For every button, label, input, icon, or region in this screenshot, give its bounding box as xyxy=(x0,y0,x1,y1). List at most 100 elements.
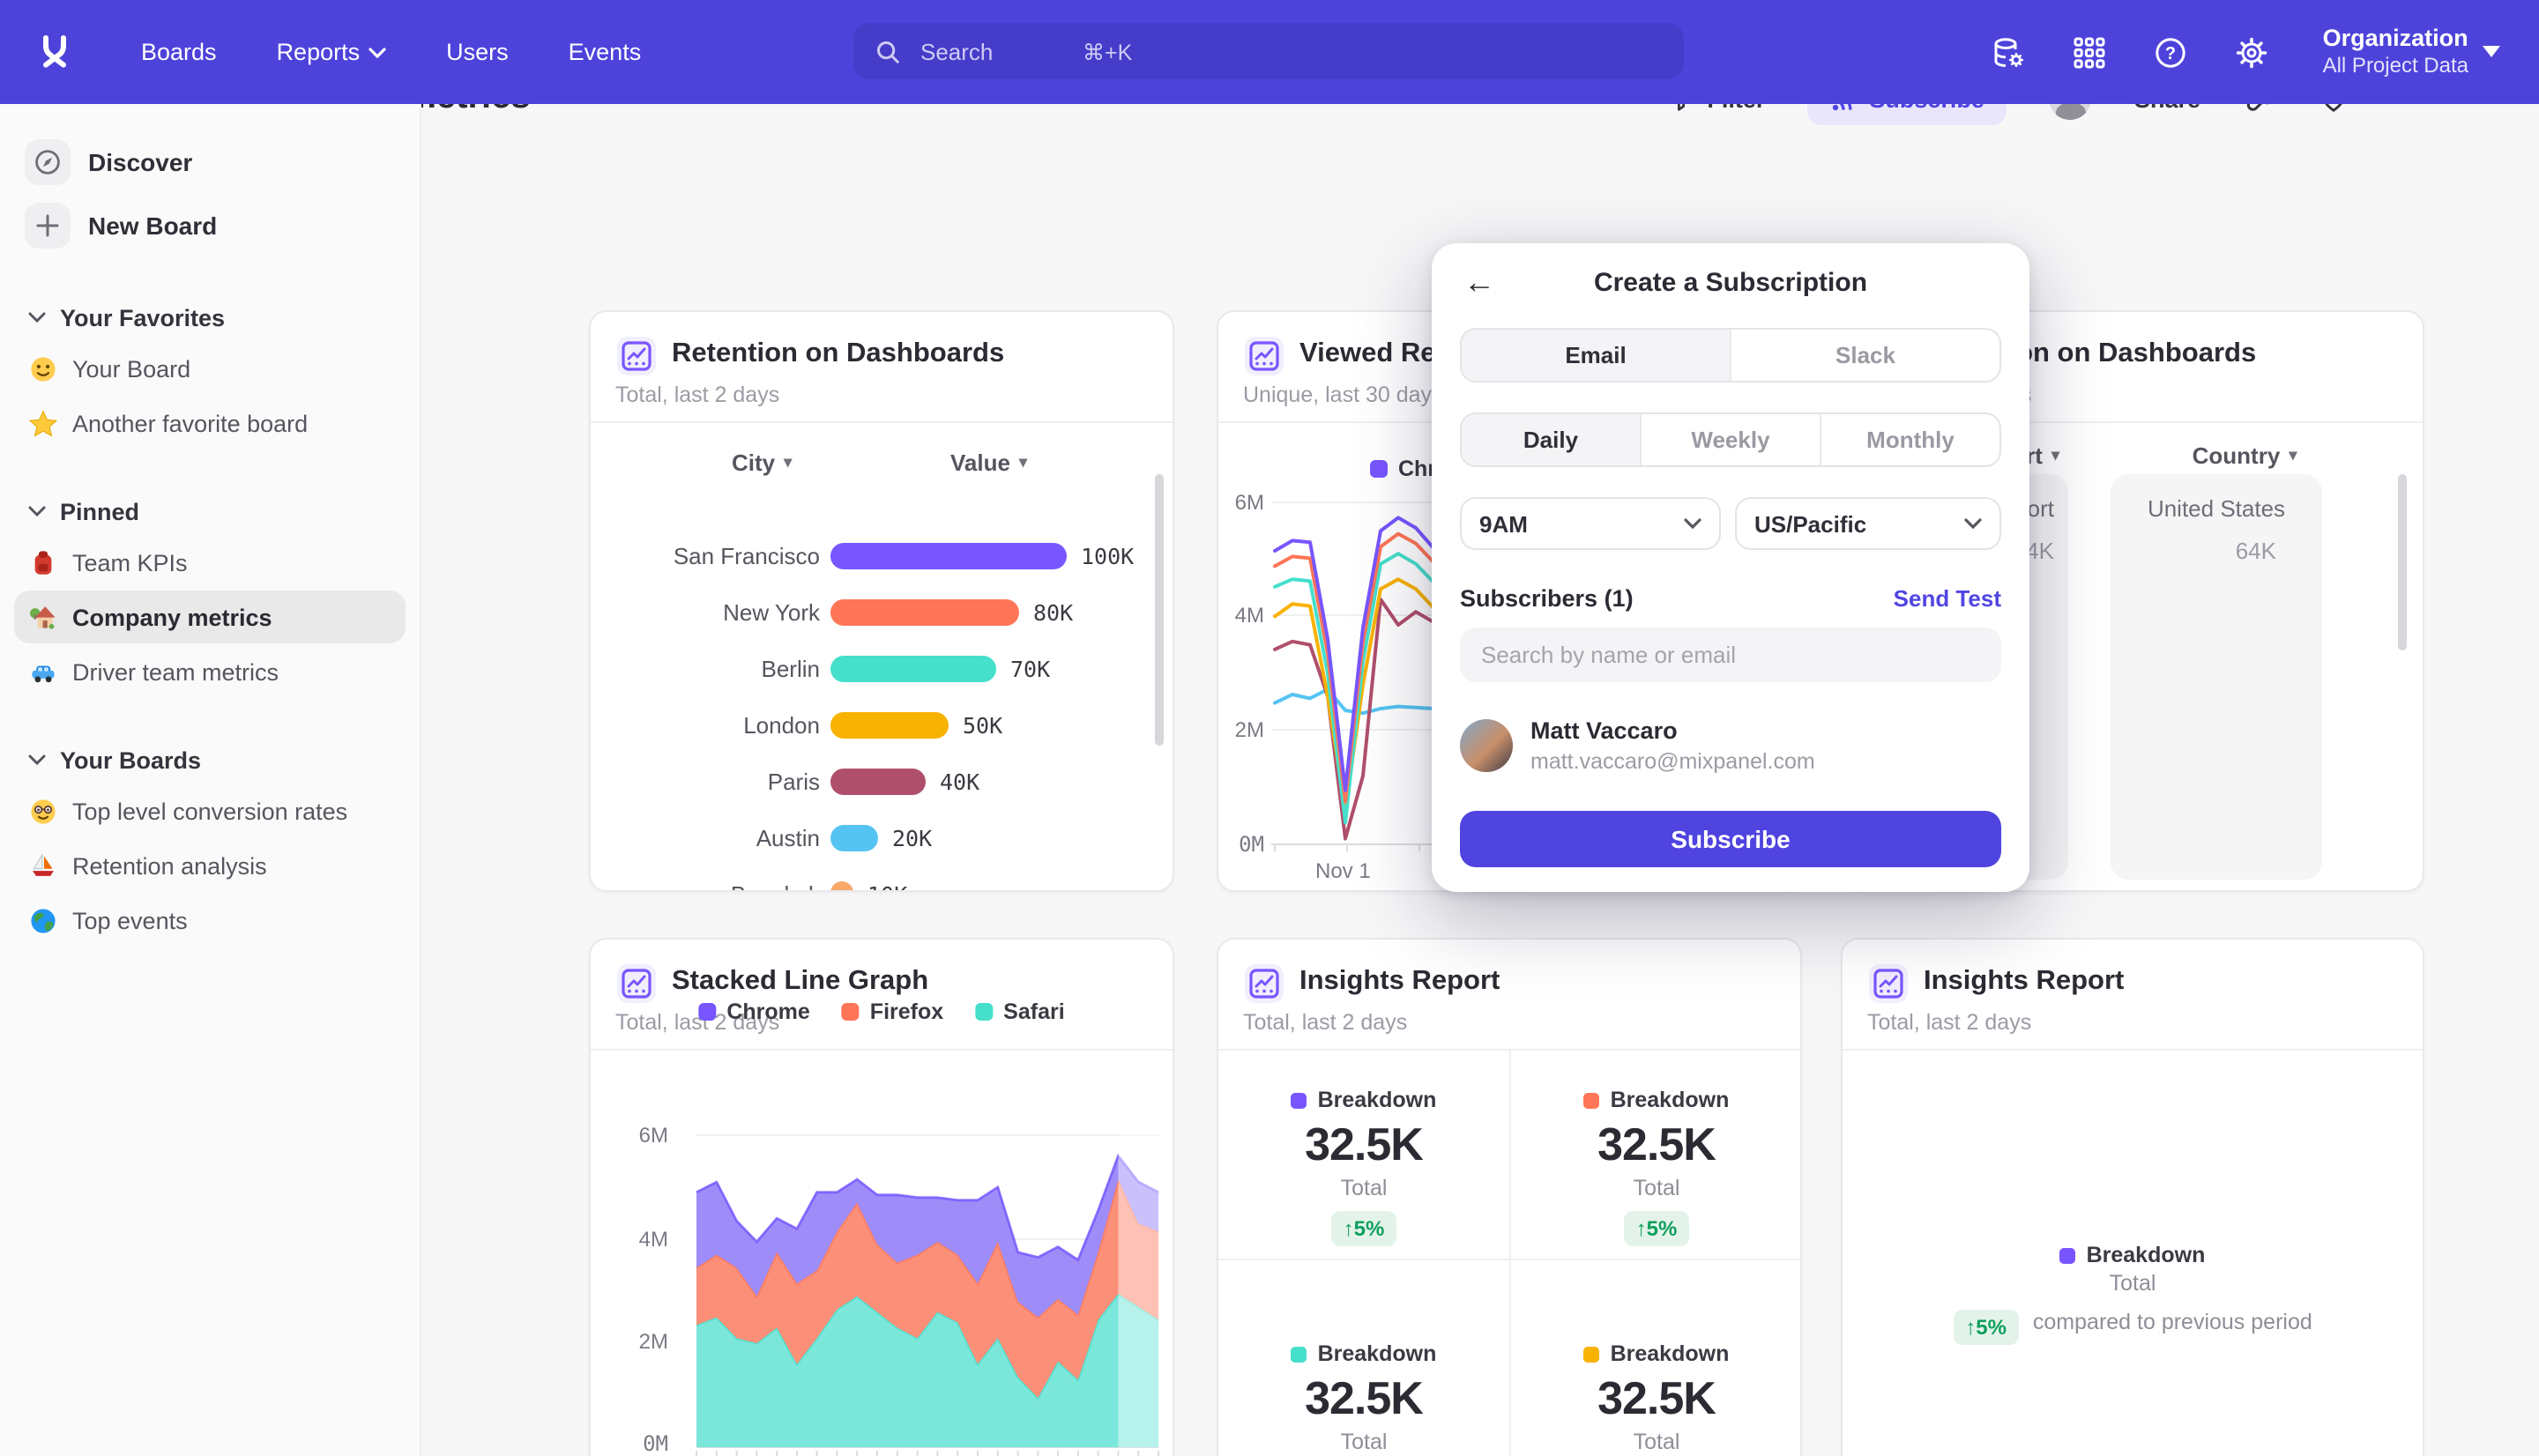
apps-grid-icon[interactable] xyxy=(2073,34,2108,70)
caret-down-icon: ▾ xyxy=(784,453,792,472)
chevron-down-icon xyxy=(369,47,386,57)
sidebar-discover[interactable]: Discover xyxy=(14,132,406,192)
value-bar xyxy=(830,598,1019,625)
table-row-paris[interactable]: Paris 40K xyxy=(591,758,1173,804)
settings-icon[interactable] xyxy=(2235,34,2270,70)
sidebar-section-your-boards[interactable]: Your Boards xyxy=(0,737,420,783)
caret-down-icon: ▾ xyxy=(2289,446,2297,465)
tab-daily[interactable]: Daily xyxy=(1462,414,1640,465)
x-tick: Nov 1 xyxy=(1315,858,1371,883)
timezone-select[interactable]: US/Pacific xyxy=(1735,497,2001,550)
sidebar-item-team-kpis[interactable]: Team KPIs xyxy=(14,536,406,589)
sidebar-item-top-level-conversion-rates[interactable]: Top level conversion rates xyxy=(14,784,406,837)
card-subtitle: Total, last 2 days xyxy=(615,383,779,407)
chevron-down-icon xyxy=(28,312,46,323)
card-scrollbar[interactable] xyxy=(2398,474,2407,650)
city-label: Paris xyxy=(591,768,820,794)
delta-badge: ↑5% xyxy=(1953,1310,2019,1345)
table-row-austin[interactable]: Austin 20K xyxy=(591,814,1173,860)
delta-badge: ↑5% xyxy=(1624,1211,1690,1246)
city-label: San Francisco xyxy=(591,542,820,568)
nerd-emoji-icon xyxy=(28,796,58,826)
metric-sub: Total xyxy=(1511,1176,1802,1200)
card-scrollbar[interactable] xyxy=(1155,474,1164,746)
table-row-berlin[interactable]: Berlin 70K xyxy=(591,645,1173,691)
sidebar-item-your-board[interactable]: Your Board xyxy=(14,342,406,395)
metric-label: Breakdown xyxy=(1611,1341,1730,1366)
search-icon xyxy=(875,38,901,64)
table-row-london[interactable]: London 50K xyxy=(591,702,1173,747)
sidebar-item-driver-team-metrics[interactable]: Driver team metrics xyxy=(14,645,406,698)
help-icon[interactable]: ? xyxy=(2154,34,2189,70)
mixpanel-logo-icon[interactable] xyxy=(35,33,74,71)
chevron-down-icon xyxy=(28,754,46,765)
data-governance-icon[interactable] xyxy=(1992,34,2027,70)
send-test-link[interactable]: Send Test xyxy=(1894,585,2001,612)
card-insights-report-quad: Insights Report Total, last 2 days Break… xyxy=(1217,938,1802,1456)
chevron-down-icon xyxy=(28,506,46,516)
column-city-dropdown[interactable]: City▾ xyxy=(732,449,792,476)
column-country-dropdown[interactable]: Country▾ xyxy=(2139,442,2350,469)
modal-title: Create a Subscription xyxy=(1432,268,2029,298)
metric-cell-4: Breakdown 32.5K Total ↑5% xyxy=(1511,1341,1802,1456)
series-color-swatch xyxy=(1292,1092,1307,1108)
org-switcher[interactable]: Organization All Project Data xyxy=(2323,24,2500,80)
sidebar-item-another-favorite-board[interactable]: Another favorite board xyxy=(14,397,406,449)
tab-monthly[interactable]: Monthly xyxy=(1820,414,1999,465)
search-input[interactable] xyxy=(917,36,1083,66)
subscriber-avatar xyxy=(1460,719,1513,772)
country-panel[interactable]: United States 64K xyxy=(2111,474,2322,880)
primary-nav: Boards Reports Users Events xyxy=(141,39,641,65)
value-bar xyxy=(830,880,853,892)
card-subtitle: Total, last 2 days xyxy=(1867,1010,2031,1035)
backpack-emoji-icon xyxy=(28,547,58,577)
sidebar-section-your-favorites[interactable]: Your Favorites xyxy=(0,294,420,340)
metric-label: Breakdown xyxy=(2087,1243,2206,1267)
tab-weekly[interactable]: Weekly xyxy=(1640,414,1820,465)
nav-item-events[interactable]: Events xyxy=(569,39,642,65)
time-select[interactable]: 9AM xyxy=(1460,497,1721,550)
metric-sub: Total xyxy=(1218,1176,1509,1200)
org-name: Organization xyxy=(2323,24,2468,54)
table-row-bangkok[interactable]: Bangkok 10K xyxy=(591,871,1173,892)
tab-slack[interactable]: Slack xyxy=(1730,330,1999,381)
sidebar-section-pinned[interactable]: Pinned xyxy=(0,488,420,534)
chevron-down-icon xyxy=(2483,46,2500,58)
table-row-new-york[interactable]: New York 80K xyxy=(591,589,1173,635)
card-title: Insights Report xyxy=(1299,966,1500,998)
sidebar-new-board[interactable]: New Board xyxy=(14,196,406,256)
global-search[interactable]: ⌘+K xyxy=(853,23,1684,79)
series-color-swatch xyxy=(2060,1247,2076,1263)
nav-item-reports[interactable]: Reports xyxy=(277,39,387,65)
sidebar-item-top-events[interactable]: Top events xyxy=(14,894,406,947)
card-stacked-line-graph: Stacked Line Graph Total, last 2 days Ch… xyxy=(589,938,1174,1456)
caret-down-icon: ▾ xyxy=(2051,446,2059,465)
value-label: 20K xyxy=(892,824,932,851)
metric-value: 32.5K xyxy=(1218,1371,1509,1426)
subscribe-submit-button[interactable]: Subscribe xyxy=(1460,811,2001,867)
sidebar-item-retention-analysis[interactable]: Retention analysis xyxy=(14,839,406,892)
table-row-san-francisco[interactable]: San Francisco 100K xyxy=(591,532,1173,578)
metric-cell-3: Breakdown 32.5K Total ↑5% xyxy=(1218,1341,1509,1456)
series-color-swatch xyxy=(1584,1092,1600,1108)
nav-item-boards[interactable]: Boards xyxy=(141,39,217,65)
card-retention-dashboards: Retention on Dashboards Total, last 2 da… xyxy=(589,310,1174,892)
create-subscription-modal: ← Create a Subscription EmailSlack Daily… xyxy=(1432,243,2029,892)
nav-item-users[interactable]: Users xyxy=(446,39,509,65)
value-bar xyxy=(830,655,996,681)
metric-sub: Total xyxy=(1843,1271,2423,1296)
svg-text:?: ? xyxy=(2165,43,2176,63)
chevron-down-icon xyxy=(1684,518,1701,529)
tab-email[interactable]: Email xyxy=(1462,330,1730,381)
metric-label: Breakdown xyxy=(1611,1088,1730,1112)
sidebar: Discover New Board Your Favorites Your B… xyxy=(0,104,421,1456)
subscriber-row[interactable]: Matt Vaccaro matt.vaccaro@mixpanel.com xyxy=(1460,716,1815,776)
metric-label: Breakdown xyxy=(1318,1341,1437,1366)
sidebar-item-company-metrics[interactable]: Company metrics xyxy=(14,591,406,643)
column-value-dropdown[interactable]: Value▾ xyxy=(950,449,1027,476)
city-label: Austin xyxy=(591,824,820,851)
search-shortcut: ⌘+K xyxy=(1083,38,1132,64)
subscriber-search-input[interactable] xyxy=(1460,628,2001,682)
top-navbar: Boards Reports Users Events ⌘+K xyxy=(0,0,2539,104)
city-label: Berlin xyxy=(591,655,820,681)
